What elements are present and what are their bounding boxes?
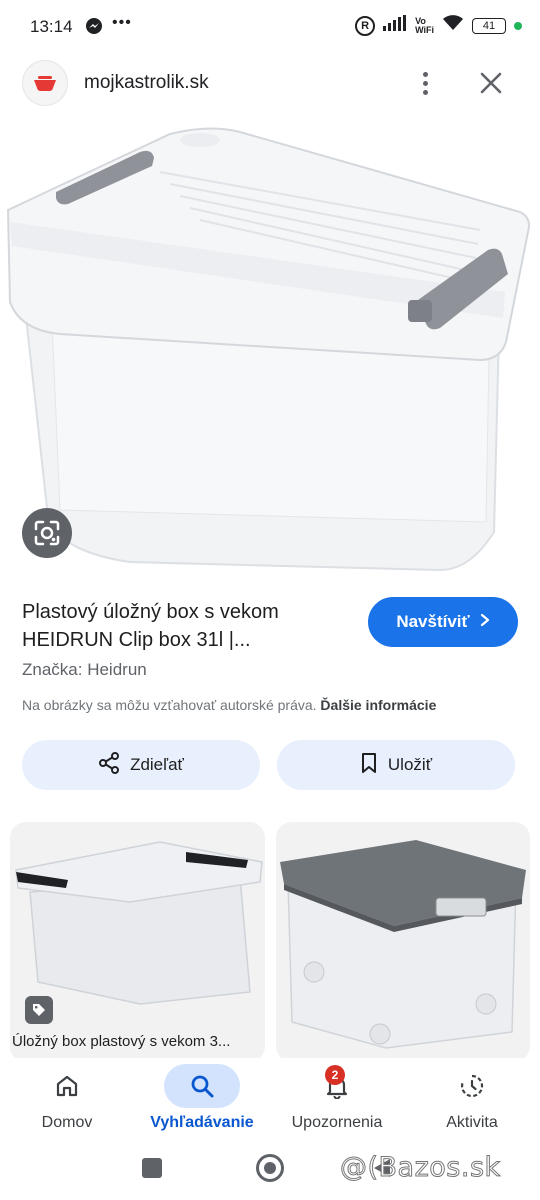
home-icon <box>29 1064 105 1108</box>
save-button[interactable]: Uložiť <box>277 740 515 790</box>
search-icon <box>164 1064 240 1108</box>
chevron-right-icon <box>480 612 490 632</box>
status-icons: R Vo WiFi 41 <box>355 15 522 36</box>
nav-notifications-label: Upozornenia <box>291 1114 383 1131</box>
product-title[interactable]: Plastový úložný box s vekom HEIDRUN Clip… <box>22 598 352 654</box>
nav-notifications[interactable]: 2 Upozornenia <box>277 1058 397 1142</box>
nav-search[interactable]: Vyhľadávanie <box>142 1058 262 1142</box>
site-name[interactable]: mojkastrolik.sk <box>84 72 209 94</box>
registered-icon: R <box>355 15 376 36</box>
privacy-dot <box>514 21 522 30</box>
copyright-notice: Na obrázky sa môžu vzťahovať autorské pr… <box>22 697 436 713</box>
signal-icon <box>383 15 407 36</box>
visit-button[interactable]: Navštíviť <box>368 597 518 647</box>
recents-icon[interactable] <box>142 1158 162 1178</box>
close-icon[interactable] <box>476 68 506 98</box>
battery-icon: 41 <box>472 17 506 34</box>
system-navigation: @(Bazos.sk <box>0 1142 540 1200</box>
more-notifications-icon: ••• <box>112 14 132 31</box>
messenger-icon <box>85 17 103 40</box>
result-title[interactable]: Úložný box plastový s vekom 3... <box>12 1033 268 1050</box>
history-icon <box>434 1064 510 1108</box>
nav-search-label: Vyhľadávanie <box>150 1114 254 1131</box>
site-logo[interactable] <box>22 60 68 106</box>
result-card[interactable] <box>10 822 265 1062</box>
nav-activity[interactable]: Aktivita <box>412 1058 532 1142</box>
status-time: 13:14 <box>30 17 73 36</box>
wifi-icon <box>442 15 464 36</box>
nav-home-label: Domov <box>41 1114 93 1131</box>
more-info-link[interactable]: Ďalšie informácie <box>320 697 436 713</box>
product-image[interactable] <box>0 122 540 576</box>
share-label: Zdieľať <box>130 755 184 774</box>
nav-activity-label: Aktivita <box>446 1114 498 1131</box>
nav-home[interactable]: Domov <box>7 1058 127 1142</box>
result-card[interactable] <box>276 822 530 1062</box>
share-button[interactable]: Zdieľať <box>22 740 260 790</box>
save-label: Uložiť <box>387 755 433 774</box>
status-bar: 13:14 ••• R Vo WiFi 41 <box>0 0 540 56</box>
visit-label: Navštíviť <box>396 612 470 631</box>
bookmark-icon <box>360 752 378 779</box>
volte-label: Vo WiFi <box>415 16 434 35</box>
share-icon <box>98 751 120 779</box>
more-vert-icon[interactable] <box>413 66 437 100</box>
watermark: @(Bazos.sk <box>340 1152 501 1184</box>
system-home-icon[interactable] <box>256 1154 284 1182</box>
lens-icon[interactable] <box>22 508 72 558</box>
copyright-text: Na obrázky sa môžu vzťahovať autorské pr… <box>22 697 317 713</box>
brand-label: Značka: Heidrun <box>22 660 147 679</box>
notification-badge: 2 <box>325 1065 345 1085</box>
volte-bottom: WiFi <box>415 24 434 35</box>
bottom-navigation: Domov Vyhľadávanie 2 Upozornenia Aktivit… <box>0 1058 540 1142</box>
tag-icon <box>25 996 53 1024</box>
